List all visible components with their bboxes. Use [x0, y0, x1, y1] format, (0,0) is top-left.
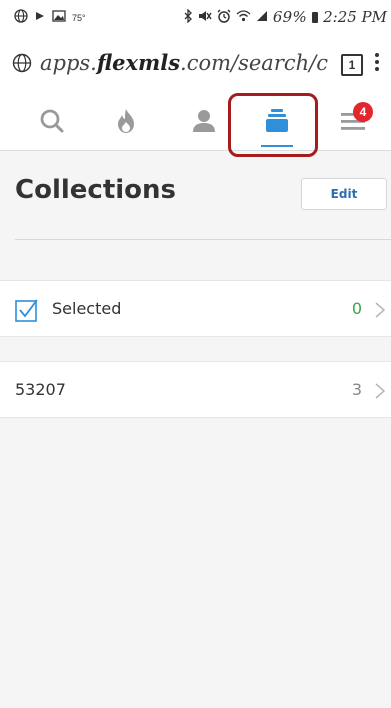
- globe-status-icon: [14, 9, 28, 27]
- battery-percent: 69%: [272, 8, 308, 26]
- battery-icon: [312, 11, 319, 23]
- url-domain: flexmls: [96, 50, 181, 75]
- nav-search[interactable]: [22, 96, 82, 150]
- person-icon: [191, 108, 217, 138]
- chevron-right-icon: [374, 301, 386, 323]
- url-suffix: .com/search/c: [180, 51, 328, 75]
- edit-button[interactable]: Edit: [301, 178, 387, 210]
- status-bar: 75° 69% 2:25 PM: [0, 0, 391, 34]
- header-divider: [15, 239, 391, 240]
- search-icon: [39, 108, 65, 138]
- collection-count: 0: [351, 299, 362, 318]
- nav-menu[interactable]: 4: [323, 96, 383, 150]
- collection-count: 3: [351, 380, 362, 399]
- site-info-globe-icon[interactable]: [12, 53, 32, 77]
- tab-switcher-button[interactable]: 1: [341, 54, 363, 76]
- nav-contacts[interactable]: [174, 96, 234, 150]
- mute-icon: [198, 9, 212, 26]
- collections-icon: [264, 108, 290, 138]
- collection-row-53207[interactable]: 53207 3: [0, 361, 391, 418]
- page-title: Collections: [15, 175, 177, 205]
- temperature: 75°: [72, 13, 86, 23]
- url-text[interactable]: apps.flexmls.com/search/c: [40, 50, 336, 75]
- media-play-icon: [34, 10, 46, 26]
- chevron-right-icon: [374, 382, 386, 404]
- checkbox-checked-icon: [15, 298, 39, 326]
- notification-badge: 4: [353, 102, 373, 122]
- nav-hot[interactable]: [96, 96, 156, 150]
- collection-row-selected[interactable]: Selected 0: [0, 280, 391, 337]
- bluetooth-icon: [184, 7, 193, 26]
- flame-icon: [115, 108, 137, 138]
- status-left-icons: 75°: [14, 9, 86, 27]
- clock: 2:25 PM: [323, 8, 387, 26]
- collection-label: Selected: [52, 299, 122, 318]
- page-header: Collections Edit: [0, 151, 391, 239]
- status-right-icons: 69% 2:25 PM: [184, 7, 387, 26]
- signal-icon: [256, 10, 268, 25]
- collection-label: 53207: [15, 380, 66, 399]
- image-icon: [52, 10, 66, 26]
- browser-url-bar[interactable]: apps.flexmls.com/search/c 1: [0, 34, 391, 96]
- screen: 75° 69% 2:25 PM apps.flexmls.com/search/…: [0, 0, 391, 708]
- alarm-icon: [217, 8, 231, 26]
- url-prefix: apps.: [40, 51, 97, 75]
- nav-collections[interactable]: [247, 96, 307, 150]
- wifi-icon: [236, 9, 251, 25]
- app-nav: 4: [0, 96, 391, 151]
- browser-menu-icon[interactable]: [372, 53, 382, 77]
